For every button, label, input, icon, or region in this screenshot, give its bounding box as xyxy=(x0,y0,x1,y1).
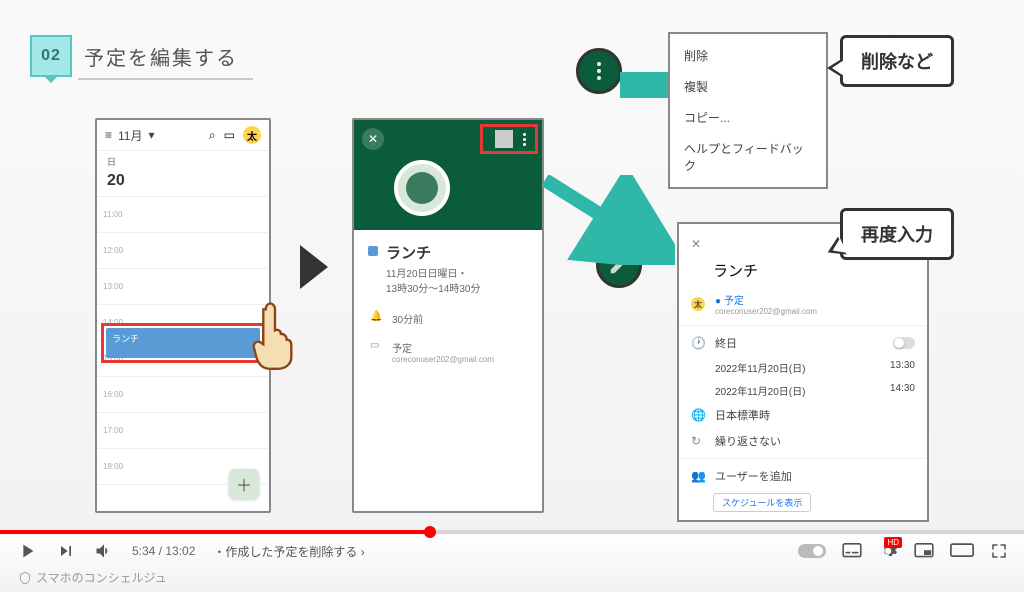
more-icon-zoom xyxy=(576,48,622,94)
fullscreen-button[interactable] xyxy=(990,542,1008,560)
allday-toggle[interactable] xyxy=(893,337,915,349)
hour-row[interactable]: 12:00 xyxy=(97,233,269,269)
calendar-list-phone: ≡ 11月 ▾ ⌕ ▭ 太 日 20 11:00 12:00 13:00 14:… xyxy=(95,118,271,513)
header-actions-highlight xyxy=(480,124,538,154)
avatar: 太 xyxy=(691,297,705,311)
menu-icon[interactable]: ≡ xyxy=(105,128,112,142)
next-button[interactable] xyxy=(56,541,76,561)
captions-button[interactable] xyxy=(842,543,862,559)
event-title: ランチ xyxy=(386,242,431,263)
color-chip xyxy=(368,246,378,256)
end-time[interactable]: 14:30 xyxy=(890,383,915,398)
chapter-title[interactable]: ・作成した予定を削除する › xyxy=(213,543,364,560)
today-icon[interactable]: ▭ xyxy=(224,128,235,142)
edit-title[interactable]: ランチ xyxy=(713,260,917,281)
avatar[interactable]: 太 xyxy=(243,126,261,144)
clock-icon: 🕐 xyxy=(691,336,705,350)
channel-watermark[interactable]: スマホのコンシェルジュ xyxy=(18,569,167,586)
repeat-icon: ↻ xyxy=(691,434,705,448)
arrow-to-menu xyxy=(620,72,675,98)
owner-email: coreconuser202@gmail.com xyxy=(715,307,817,316)
add-fab[interactable]: ＋ xyxy=(229,469,259,499)
autoplay-toggle[interactable] xyxy=(798,544,826,558)
settings-button[interactable]: HD xyxy=(878,541,898,561)
arrow-to-edit xyxy=(540,175,675,265)
overflow-menu: 削除 複製 コピー... ヘルプとフィードバック xyxy=(668,32,828,189)
hour-grid: 11:00 12:00 13:00 14:00 15:00 16:00 17:0… xyxy=(97,197,269,485)
menu-help[interactable]: ヘルプとフィードバック xyxy=(670,133,826,181)
hour-row[interactable]: 17:00 xyxy=(97,413,269,449)
repeat-label[interactable]: 繰り返さない xyxy=(715,433,781,449)
bell-icon: 🔔 xyxy=(370,311,382,322)
callout-reenter: 再度入力 xyxy=(840,208,954,260)
end-date[interactable]: 2022年11月20日(日) xyxy=(715,383,805,398)
hour-row[interactable]: 13:00 xyxy=(97,269,269,305)
event-type: ● 予定 xyxy=(715,292,817,307)
more-icon[interactable] xyxy=(517,132,531,146)
add-user[interactable]: ユーザーを追加 xyxy=(715,468,792,484)
calendar-toolbar: ≡ 11月 ▾ ⌕ ▭ 太 xyxy=(97,120,269,151)
event-highlight: ランチ xyxy=(101,323,265,363)
event-header: ✕ xyxy=(354,120,542,230)
section-number: 02 xyxy=(30,35,72,77)
play-button[interactable] xyxy=(16,540,38,562)
search-icon[interactable]: ⌕ xyxy=(209,128,216,143)
hour-row[interactable]: 16:00 xyxy=(97,377,269,413)
start-date[interactable]: 2022年11月20日(日) xyxy=(715,360,805,375)
event-detail-phone: ✕ ランチ 11月20日日曜日・13時30分～14時30分 🔔 30分前 ▭ 予定… xyxy=(352,118,544,513)
slide-stage: 02 予定を編集する ≡ 11月 ▾ ⌕ ▭ 太 日 20 11:00 12:0… xyxy=(0,0,1024,530)
event-chip[interactable]: ランチ xyxy=(106,328,260,358)
calendar-email: coreconuser202@gmail.com xyxy=(392,355,494,364)
finger-pointer-icon xyxy=(250,300,300,370)
time-display: 5:34 / 13:02 xyxy=(132,544,195,558)
globe-icon: 🌐 xyxy=(691,408,705,422)
menu-delete[interactable]: 削除 xyxy=(670,40,826,71)
close-icon[interactable]: ✕ xyxy=(362,128,384,150)
hour-row[interactable]: 11:00 xyxy=(97,197,269,233)
close-icon[interactable]: ✕ xyxy=(691,237,705,251)
timezone[interactable]: 日本標準時 xyxy=(715,407,770,423)
section-underline xyxy=(78,78,253,80)
day-number: 20 xyxy=(97,172,269,197)
menu-copy[interactable]: コピー... xyxy=(670,102,826,133)
flow-arrow-icon xyxy=(300,245,328,289)
miniplayer-button[interactable] xyxy=(914,543,934,559)
callout-delete: 削除など xyxy=(840,35,954,87)
weekday-label: 日 xyxy=(97,151,269,172)
edit-icon[interactable] xyxy=(495,130,513,148)
food-illustration xyxy=(394,160,450,216)
allday-label: 終日 xyxy=(715,335,737,351)
people-icon: 👥 xyxy=(691,469,705,483)
calendar-name: 予定 xyxy=(392,340,494,355)
month-label[interactable]: 11月 xyxy=(118,127,142,144)
start-time[interactable]: 13:30 xyxy=(890,360,915,375)
event-date: 11月20日日曜日・13時30分～14時30分 xyxy=(386,267,528,297)
progress-bar[interactable] xyxy=(0,530,1024,534)
theater-button[interactable] xyxy=(950,543,974,559)
calendar-icon: ▭ xyxy=(370,340,382,351)
volume-button[interactable] xyxy=(94,541,114,561)
section-header: 02 予定を編集する xyxy=(30,35,238,77)
menu-duplicate[interactable]: 複製 xyxy=(670,71,826,102)
show-schedule-button[interactable]: スケジュールを表示 xyxy=(713,493,811,512)
section-title: 予定を編集する xyxy=(84,42,238,71)
edit-event-panel: ✕ ランチ 太 ● 予定 coreconuser202@gmail.com 🕐 終… xyxy=(677,222,929,522)
reminder-text: 30分前 xyxy=(392,311,423,326)
video-controls: 5:34 / 13:02 ・作成した予定を削除する › HD スマホのコンシェル… xyxy=(0,530,1024,592)
